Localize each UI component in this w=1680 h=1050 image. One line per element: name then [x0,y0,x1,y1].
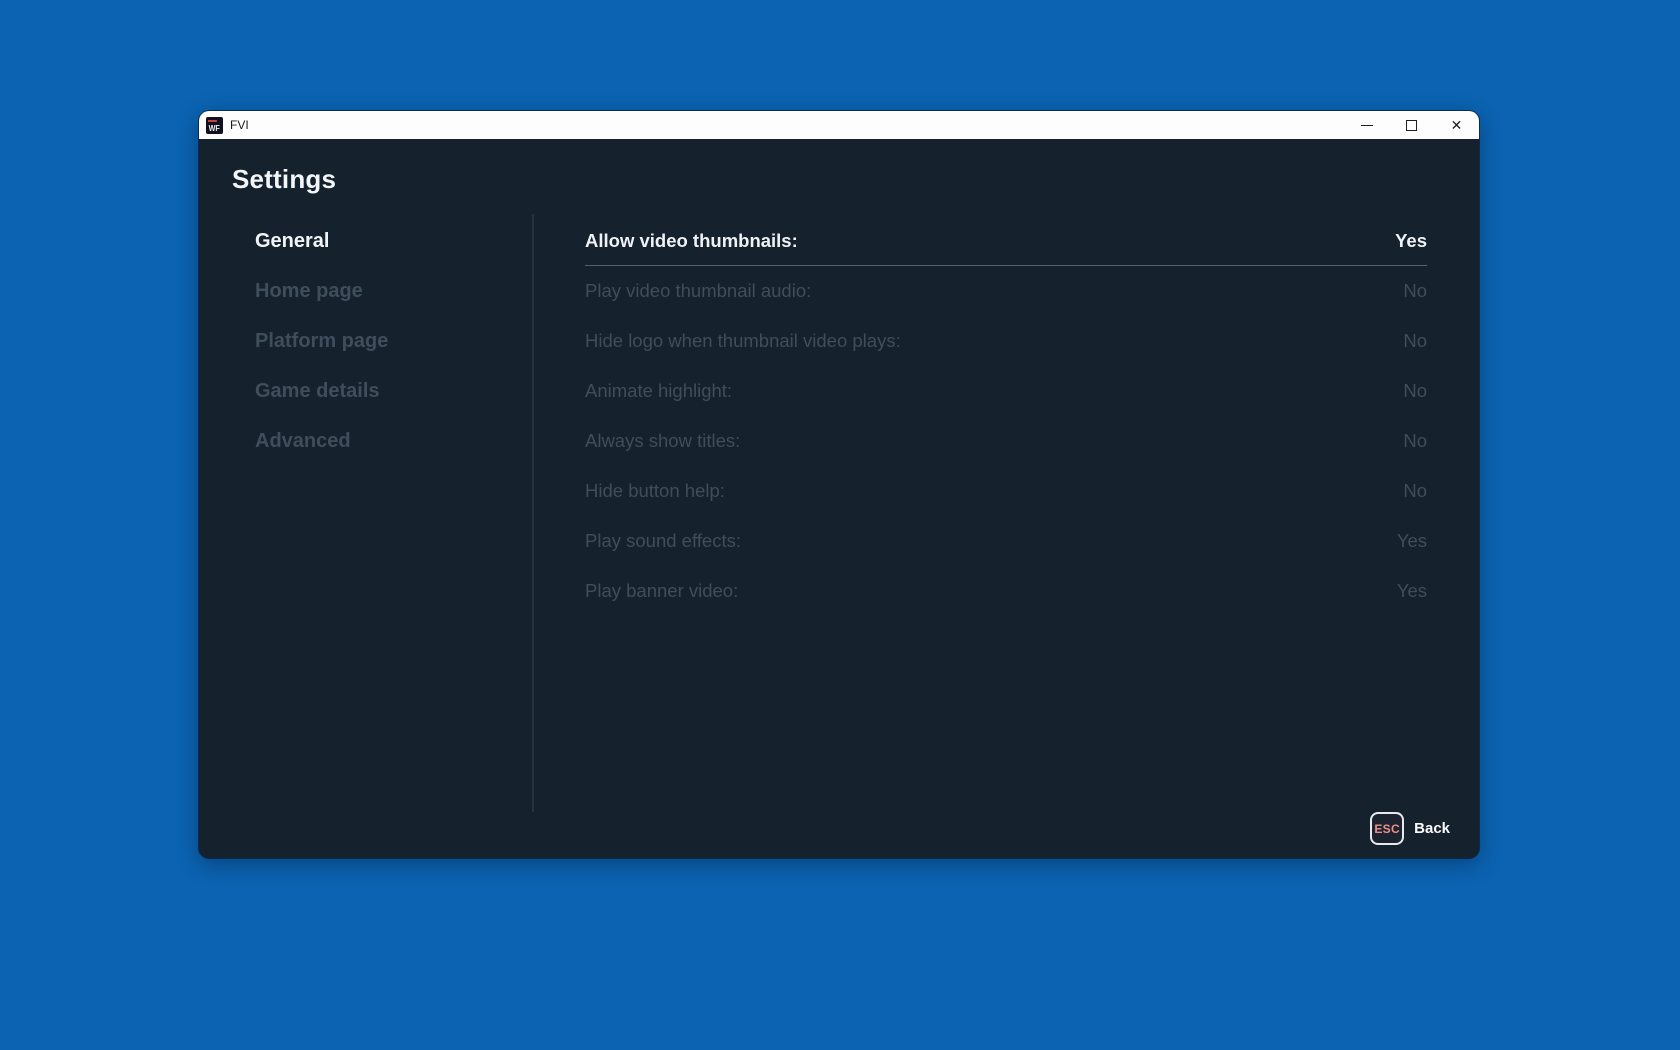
settings-list: Allow video thumbnails: Yes Play video t… [585,216,1427,616]
minimize-button[interactable] [1344,111,1389,139]
setting-label: Hide button help: [585,480,725,502]
page-title: Settings [232,161,336,197]
sidebar-divider [532,214,534,812]
setting-label: Animate highlight: [585,380,732,402]
setting-row-hide-button-help[interactable]: Hide button help: No [585,466,1427,516]
setting-value: No [1403,280,1427,302]
setting-label: Hide logo when thumbnail video plays: [585,330,901,352]
fvi-settings-window: WF FVI ✕ Settings General Home page Plat… [199,111,1479,858]
setting-label: Always show titles: [585,430,740,452]
wf-app-icon[interactable]: WF [206,117,223,134]
desktop-background: WF FVI ✕ Settings General Home page Plat… [0,0,1680,1050]
setting-row-allow-video-thumbnails[interactable]: Allow video thumbnails: Yes [585,216,1427,266]
sidebar-item-platform-page[interactable]: Platform page [255,316,515,366]
setting-value: No [1403,480,1427,502]
setting-label: Play banner video: [585,580,738,602]
setting-row-animate-highlight[interactable]: Animate highlight: No [585,366,1427,416]
window-title: FVI [230,118,249,132]
setting-row-play-video-thumbnail-audio[interactable]: Play video thumbnail audio: No [585,266,1427,316]
setting-value: No [1403,430,1427,452]
close-icon: ✕ [1451,118,1463,132]
wf-app-icon-text: WF [209,123,220,134]
sidebar-item-home-page[interactable]: Home page [255,266,515,316]
esc-key-badge[interactable]: ESC [1370,812,1404,845]
maximize-button[interactable] [1389,111,1434,139]
sidebar-item-advanced[interactable]: Advanced [255,416,515,466]
setting-value: Yes [1397,580,1427,602]
setting-value: Yes [1397,530,1427,552]
setting-row-play-sound-effects[interactable]: Play sound effects: Yes [585,516,1427,566]
close-button[interactable]: ✕ [1434,111,1479,139]
settings-sidebar: General Home page Platform page Game det… [255,216,515,466]
maximize-icon [1406,120,1417,131]
setting-label: Play video thumbnail audio: [585,280,811,302]
setting-row-always-show-titles[interactable]: Always show titles: No [585,416,1427,466]
setting-label: Play sound effects: [585,530,741,552]
setting-row-play-banner-video[interactable]: Play banner video: Yes [585,566,1427,616]
setting-value: No [1403,330,1427,352]
setting-value: Yes [1395,230,1427,252]
setting-value: No [1403,380,1427,402]
sidebar-item-game-details[interactable]: Game details [255,366,515,416]
sidebar-item-general[interactable]: General [255,216,515,266]
setting-row-hide-logo-when-thumbnail-video-plays[interactable]: Hide logo when thumbnail video plays: No [585,316,1427,366]
minimize-icon [1361,125,1373,126]
back-label: Back [1414,820,1450,837]
setting-label: Allow video thumbnails: [585,230,798,252]
window-titlebar[interactable]: WF FVI ✕ [199,111,1479,139]
back-control[interactable]: ESC Back [1370,812,1450,845]
